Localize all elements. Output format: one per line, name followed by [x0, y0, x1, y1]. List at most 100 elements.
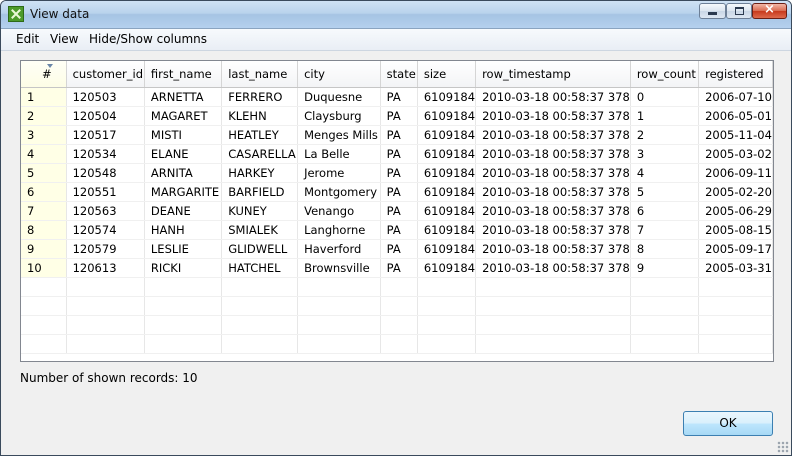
table-cell[interactable]: Menges Mills	[297, 125, 381, 145]
column-header-city[interactable]: city	[297, 61, 381, 88]
table-cell[interactable]: PA	[380, 144, 418, 164]
row-number-cell[interactable]: 3	[21, 125, 67, 145]
table-cell[interactable]: 2	[630, 125, 700, 145]
table-row[interactable]: 9 120579 LESLIE GLIDWELL Haverford PA 6109184 2…	[21, 239, 773, 259]
maximize-button[interactable]	[726, 3, 752, 19]
row-number-cell[interactable]: 6	[21, 182, 67, 202]
table-cell[interactable]: 2010-03-18 00:58:37 378	[475, 220, 631, 240]
table-cell[interactable]: PA	[380, 239, 418, 259]
table-cell[interactable]: 120563	[66, 201, 145, 221]
row-number-cell[interactable]: 7	[21, 201, 67, 221]
table-cell[interactable]: 0	[630, 87, 700, 107]
resize-grip[interactable]	[777, 441, 789, 453]
table-cell[interactable]: Langhorne	[297, 220, 381, 240]
table-cell[interactable]: Jerome	[297, 163, 381, 183]
row-number-cell[interactable]: 2	[21, 106, 67, 126]
table-cell[interactable]: 2005-03-02	[698, 144, 773, 164]
table-cell[interactable]: Duquesne	[297, 87, 381, 107]
table-cell[interactable]: PA	[380, 106, 418, 126]
table-cell[interactable]: 120551	[66, 182, 145, 202]
table-cell[interactable]: BARFIELD	[221, 182, 299, 202]
row-number-cell[interactable]: 5	[21, 163, 67, 183]
table-cell[interactable]: PA	[380, 125, 418, 145]
table-cell[interactable]: 3	[630, 144, 700, 164]
column-header-row-timestamp[interactable]: row_timestamp	[475, 61, 631, 88]
table-cell[interactable]: 5	[630, 182, 700, 202]
minimize-button[interactable]	[699, 3, 726, 19]
table-cell[interactable]: 120574	[66, 220, 145, 240]
table-cell[interactable]: RICKI	[144, 258, 223, 278]
table-cell[interactable]: 120503	[66, 87, 145, 107]
column-header-size[interactable]: size	[417, 61, 477, 88]
table-cell[interactable]: 6109184	[417, 258, 477, 278]
table-cell[interactable]: PA	[380, 220, 418, 240]
table-cell[interactable]: 6109184	[417, 163, 477, 183]
table-cell[interactable]: 2005-09-17	[698, 239, 773, 259]
column-header-state[interactable]: state	[380, 61, 418, 88]
table-cell[interactable]: MAGARET	[144, 106, 223, 126]
table-cell[interactable]: 2010-03-18 00:58:37 378	[475, 144, 631, 164]
table-cell[interactable]: ARNITA	[144, 163, 223, 183]
table-cell[interactable]: CASARELLA	[221, 144, 299, 164]
table-cell[interactable]: 7	[630, 220, 700, 240]
menu-view[interactable]: View	[50, 32, 78, 46]
table-cell[interactable]: 2005-06-29	[698, 201, 773, 221]
table-cell[interactable]: 2010-03-18 00:58:37 378	[475, 125, 631, 145]
table-cell[interactable]: PA	[380, 182, 418, 202]
table-cell[interactable]: GLIDWELL	[221, 239, 299, 259]
table-row[interactable]: 3 120517 MISTI HEATLEY Menges Mills PA 6109184…	[21, 125, 773, 145]
menu-edit[interactable]: Edit	[16, 32, 39, 46]
table-cell[interactable]: LESLIE	[144, 239, 223, 259]
table-cell[interactable]: MARGARITE	[144, 182, 223, 202]
table-cell[interactable]: 2005-11-04	[698, 125, 773, 145]
table-cell[interactable]: 6109184	[417, 182, 477, 202]
table-cell[interactable]: 2010-03-18 00:58:37 378	[475, 87, 631, 107]
table-cell[interactable]: PA	[380, 163, 418, 183]
table-cell[interactable]: 120504	[66, 106, 145, 126]
column-header-index[interactable]: #	[21, 61, 67, 88]
table-cell[interactable]: PA	[380, 258, 418, 278]
table-cell[interactable]: KLEHN	[221, 106, 299, 126]
ok-button[interactable]: OK	[683, 411, 773, 436]
table-cell[interactable]: 6109184	[417, 106, 477, 126]
table-row[interactable]: 10 120613 RICKI HATCHEL Brownsville PA 6109184…	[21, 258, 773, 278]
data-table-container[interactable]: # customer_id first_name last_name city …	[20, 60, 774, 362]
menu-hide-show-columns[interactable]: Hide/Show columns	[89, 32, 207, 46]
row-number-cell[interactable]: 1	[21, 87, 67, 107]
table-cell[interactable]: Montgomery	[297, 182, 381, 202]
table-row[interactable]: 8 120574 HANH SMIALEK Langhorne PA 6109184 2010…	[21, 220, 773, 240]
table-cell[interactable]: PA	[380, 201, 418, 221]
table-cell[interactable]: 4	[630, 163, 700, 183]
table-cell[interactable]: 1	[630, 106, 700, 126]
column-header-last-name[interactable]: last_name	[221, 61, 299, 88]
table-cell[interactable]: 2005-08-15	[698, 220, 773, 240]
table-cell[interactable]: HATCHEL	[221, 258, 299, 278]
table-cell[interactable]: 6109184	[417, 144, 477, 164]
table-cell[interactable]: HANH	[144, 220, 223, 240]
table-cell[interactable]: Venango	[297, 201, 381, 221]
column-header-first-name[interactable]: first_name	[144, 61, 223, 88]
row-number-cell[interactable]: 9	[21, 239, 67, 259]
table-cell[interactable]: 2005-02-20	[698, 182, 773, 202]
table-row[interactable]: 6 120551 MARGARITE BARFIELD Montgomery PA 6109…	[21, 182, 773, 202]
table-cell[interactable]: Claysburg	[297, 106, 381, 126]
table-row[interactable]: 4 120534 ELANE CASARELLA La Belle PA 6109184 20…	[21, 144, 773, 164]
row-number-cell[interactable]: 8	[21, 220, 67, 240]
table-row[interactable]: 7 120563 DEANE KUNEY Venango PA 6109184 2010-03…	[21, 201, 773, 221]
table-cell[interactable]: 2010-03-18 00:58:37 378	[475, 182, 631, 202]
table-cell[interactable]: 2010-03-18 00:58:37 378	[475, 201, 631, 221]
table-cell[interactable]: 2010-03-18 00:58:37 378	[475, 239, 631, 259]
table-cell[interactable]: Brownsville	[297, 258, 381, 278]
table-row[interactable]: 2 120504 MAGARET KLEHN Claysburg PA 6109184 201…	[21, 106, 773, 126]
table-cell[interactable]: ELANE	[144, 144, 223, 164]
table-cell[interactable]: 6109184	[417, 87, 477, 107]
close-button[interactable]: ×	[752, 2, 787, 19]
table-cell[interactable]: FERRERO	[221, 87, 299, 107]
table-row[interactable]: 1 120503 ARNETTA FERRERO Duquesne PA 6109184 20…	[21, 87, 773, 107]
column-header-row-count[interactable]: row_count	[630, 61, 700, 88]
table-cell[interactable]: ARNETTA	[144, 87, 223, 107]
table-cell[interactable]: 120517	[66, 125, 145, 145]
table-row[interactable]: 5 120548 ARNITA HARKEY Jerome PA 6109184 2010-0…	[21, 163, 773, 183]
table-cell[interactable]: 2005-03-31	[698, 258, 773, 278]
table-cell[interactable]: HARKEY	[221, 163, 299, 183]
